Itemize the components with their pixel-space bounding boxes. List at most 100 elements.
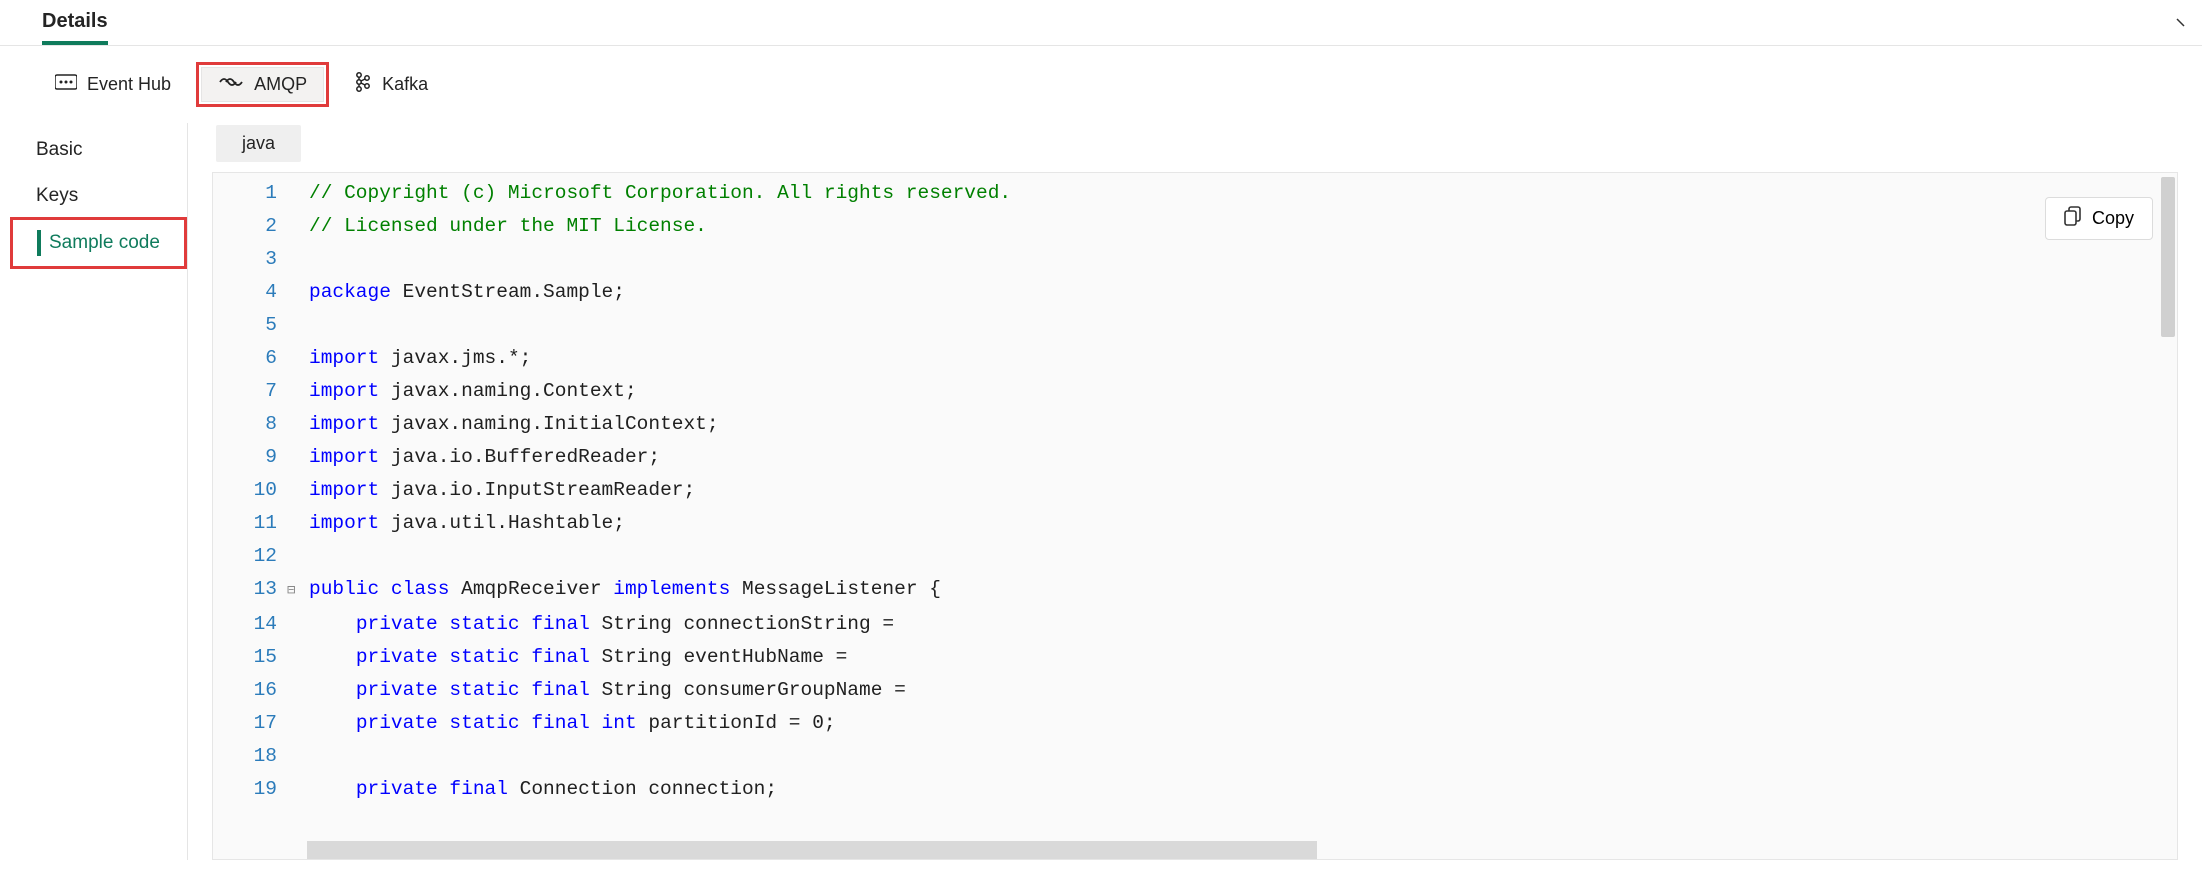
highlight-box-sample-code: Sample code <box>10 217 187 269</box>
language-chip[interactable]: java <box>216 125 301 162</box>
tab-label: Event Hub <box>87 74 171 95</box>
fold-toggle-icon <box>287 342 307 375</box>
line-number: 11 <box>213 507 287 540</box>
line-number: 18 <box>213 740 287 773</box>
amqp-icon <box>218 74 244 95</box>
code-text: package EventStream.Sample; <box>307 276 625 309</box>
details-title[interactable]: Details <box>42 10 108 45</box>
copy-icon <box>2064 206 2082 231</box>
line-number: 12 <box>213 540 287 573</box>
tab-amqp[interactable]: AMQP <box>201 67 324 102</box>
code-text: // Copyright (c) Microsoft Corporation. … <box>307 177 1011 210</box>
code-text <box>307 740 309 773</box>
code-text: import java.util.Hashtable; <box>307 507 625 540</box>
code-line: 8 import javax.naming.InitialContext; <box>213 408 2177 441</box>
code-line: 9import java.io.BufferedReader; <box>213 441 2177 474</box>
copy-button[interactable]: Copy <box>2045 197 2153 240</box>
code-text: private static final String consumerGrou… <box>307 674 906 707</box>
line-number: 8 <box>213 408 287 441</box>
line-number: 15 <box>213 641 287 674</box>
fold-toggle-icon <box>287 641 307 674</box>
tab-kafka[interactable]: Kafka <box>337 64 445 105</box>
sidebar: Basic Keys Sample code <box>0 123 188 860</box>
fold-toggle-icon <box>287 276 307 309</box>
code-text: private static final String connectionSt… <box>307 608 894 641</box>
fold-toggle-icon <box>287 309 307 342</box>
horizontal-scrollbar[interactable] <box>307 841 1317 859</box>
fold-toggle-icon <box>287 408 307 441</box>
line-number: 19 <box>213 773 287 806</box>
line-number: 16 <box>213 674 287 707</box>
tab-label: AMQP <box>254 74 307 95</box>
fold-toggle-icon[interactable]: ⊟ <box>287 573 307 608</box>
code-text <box>307 243 309 276</box>
code-text <box>307 309 309 342</box>
line-number: 13 <box>213 573 287 608</box>
code-line: 16 private static final String consumerG… <box>213 674 2177 707</box>
fold-toggle-icon <box>287 375 307 408</box>
code-line: 7 import javax.naming.Context; <box>213 375 2177 408</box>
line-number: 14 <box>213 608 287 641</box>
code-line: 2 // Licensed under the MIT License. <box>213 210 2177 243</box>
fold-toggle-icon <box>287 441 307 474</box>
fold-toggle-icon <box>287 474 307 507</box>
code-text <box>307 540 309 573</box>
tab-event-hub[interactable]: Event Hub <box>38 66 188 103</box>
fold-toggle-icon <box>287 608 307 641</box>
code-line: 6 import javax.jms.*; <box>213 342 2177 375</box>
line-number: 2 <box>213 210 287 243</box>
code-line: 14 private static final String connectio… <box>213 608 2177 641</box>
sidebar-item-label: Sample code <box>49 232 160 253</box>
code-line: 3 <box>213 243 2177 276</box>
copy-label: Copy <box>2092 208 2134 229</box>
line-number: 7 <box>213 375 287 408</box>
fold-toggle-icon <box>287 507 307 540</box>
kafka-icon <box>354 71 372 98</box>
fold-toggle-icon <box>287 773 307 806</box>
line-number: 3 <box>213 243 287 276</box>
highlight-box-amqp: AMQP <box>196 62 329 107</box>
fold-toggle-icon <box>287 540 307 573</box>
code-text: // Licensed under the MIT License. <box>307 210 707 243</box>
line-number: 4 <box>213 276 287 309</box>
code-line: 15 private static final String eventHubN… <box>213 641 2177 674</box>
code-text: private static final int partitionId = 0… <box>307 707 836 740</box>
vertical-scrollbar[interactable] <box>2161 177 2175 337</box>
code-line: 4 package EventStream.Sample; <box>213 276 2177 309</box>
code-text: import javax.naming.Context; <box>307 375 637 408</box>
tab-label: Kafka <box>382 74 428 95</box>
code-text: private static final String eventHubName… <box>307 641 847 674</box>
code-line: 13⊟public class AmqpReceiver implements … <box>213 573 2177 608</box>
code-line: 18 <box>213 740 2177 773</box>
code-text: import java.io.BufferedReader; <box>307 441 660 474</box>
main-content: java Copy 1 // Copyright (c) Microsoft Co… <box>188 123 2202 860</box>
code-line: 11 import java.util.Hashtable; <box>213 507 2177 540</box>
line-number: 6 <box>213 342 287 375</box>
code-panel: Copy 1 // Copyright (c) Microsoft Corpora… <box>212 172 2178 860</box>
sidebar-item-basic[interactable]: Basic <box>0 127 187 173</box>
fold-toggle-icon <box>287 740 307 773</box>
line-number: 5 <box>213 309 287 342</box>
collapse-chevron-icon[interactable] <box>2174 12 2194 37</box>
line-number: 17 <box>213 707 287 740</box>
code-text: private final Connection connection; <box>307 773 777 806</box>
details-header: Details <box>0 0 2202 46</box>
code-listing[interactable]: 1 // Copyright (c) Microsoft Corporation.… <box>213 173 2177 806</box>
fold-toggle-icon <box>287 707 307 740</box>
sidebar-item-sample-code[interactable]: Sample code <box>13 220 180 266</box>
line-number: 1 <box>213 177 287 210</box>
sidebar-item-label: Basic <box>36 139 82 160</box>
fold-toggle-icon <box>287 177 307 210</box>
code-text: public class AmqpReceiver implements Mes… <box>307 573 941 608</box>
fold-toggle-icon <box>287 210 307 243</box>
code-line: 10import java.io.InputStreamReader; <box>213 474 2177 507</box>
protocol-tabs: Event Hub AMQP Kafka <box>0 46 2202 123</box>
code-text: import java.io.InputStreamReader; <box>307 474 695 507</box>
sidebar-item-keys[interactable]: Keys <box>0 173 187 219</box>
fold-toggle-icon <box>287 243 307 276</box>
code-text: import javax.naming.InitialContext; <box>307 408 719 441</box>
code-line: 17 private static final int partitionId … <box>213 707 2177 740</box>
code-line: 12 <box>213 540 2177 573</box>
code-text: import javax.jms.*; <box>307 342 531 375</box>
sidebar-item-label: Keys <box>36 185 78 206</box>
